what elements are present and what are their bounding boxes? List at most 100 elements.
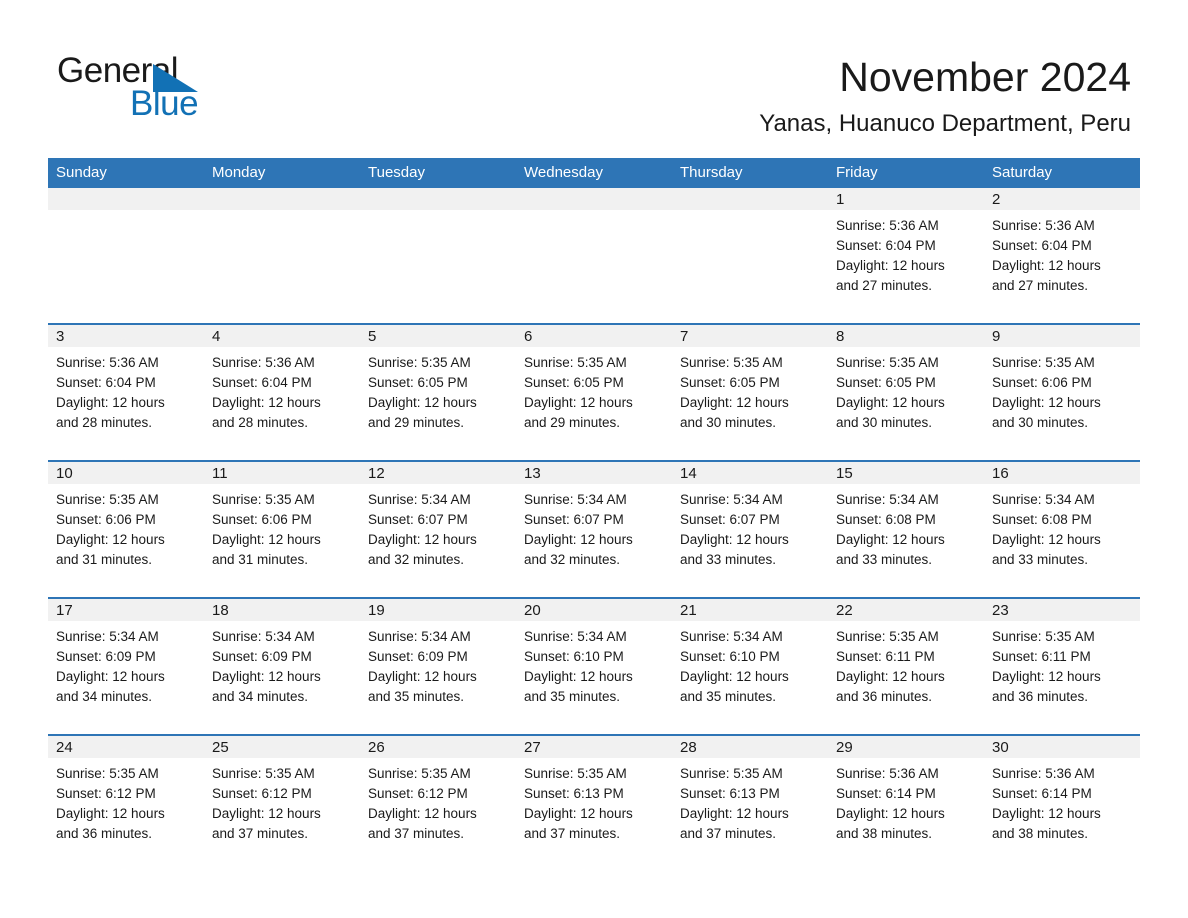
calendar-day-cell[interactable]: 24 Sunrise: 5:35 AM Sunset: 6:12 PM Dayligh… <box>48 735 204 871</box>
calendar-day-cell[interactable]: 9 Sunrise: 5:35 AM Sunset: 6:06 PM Daylight… <box>984 324 1140 462</box>
calendar-day-cell[interactable]: 28 Sunrise: 5:35 AM Sunset: 6:13 PM Dayligh… <box>672 735 828 871</box>
sunrise-text: Sunrise: 5:36 AM <box>212 355 315 370</box>
daylight-text-line2: and 35 minutes. <box>524 689 621 704</box>
day-cell-details: Sunrise: 5:34 AM Sunset: 6:08 PM Daylight:… <box>828 484 984 570</box>
sunset-text: Sunset: 6:07 PM <box>368 512 468 527</box>
day-cell-inner: 23 Sunrise: 5:35 AM Sunset: 6:11 PM Dayligh… <box>984 599 1140 734</box>
day-cell-inner <box>204 188 360 323</box>
day-number <box>48 188 204 210</box>
daylight-text-line1: Daylight: 12 hours <box>992 669 1101 684</box>
calendar-day-cell[interactable]: 3 Sunrise: 5:36 AM Sunset: 6:04 PM Daylight… <box>48 324 204 462</box>
sunset-text: Sunset: 6:13 PM <box>524 786 624 801</box>
day-cell-details: Sunrise: 5:34 AM Sunset: 6:09 PM Daylight:… <box>204 621 360 707</box>
calendar-day-cell[interactable]: 14 Sunrise: 5:34 AM Sunset: 6:07 PM Dayligh… <box>672 461 828 599</box>
day-number <box>516 188 672 210</box>
sunrise-text: Sunrise: 5:35 AM <box>212 766 315 781</box>
day-number: 28 <box>672 736 828 758</box>
daylight-text-line1: Daylight: 12 hours <box>836 395 945 410</box>
sunrise-text: Sunrise: 5:34 AM <box>992 492 1095 507</box>
calendar-day-cell[interactable]: 22 Sunrise: 5:35 AM Sunset: 6:11 PM Dayligh… <box>828 598 984 736</box>
daylight-text-line2: and 33 minutes. <box>836 552 933 567</box>
calendar-day-cell[interactable]: 10 Sunrise: 5:35 AM Sunset: 6:06 PM Dayligh… <box>48 461 204 599</box>
calendar-day-cell[interactable]: 5 Sunrise: 5:35 AM Sunset: 6:05 PM Daylight… <box>360 324 516 462</box>
daylight-text-line1: Daylight: 12 hours <box>836 669 945 684</box>
weekday-header-tuesday: Tuesday <box>360 158 516 188</box>
day-cell-details: Sunrise: 5:36 AM Sunset: 6:04 PM Daylight:… <box>204 347 360 433</box>
day-number: 5 <box>360 325 516 347</box>
daylight-text-line2: and 36 minutes. <box>992 689 1089 704</box>
sunset-text: Sunset: 6:06 PM <box>212 512 312 527</box>
day-number <box>360 188 516 210</box>
sunset-text: Sunset: 6:05 PM <box>680 375 780 390</box>
sunrise-text: Sunrise: 5:34 AM <box>368 492 471 507</box>
day-cell-inner: 11 Sunrise: 5:35 AM Sunset: 6:06 PM Dayligh… <box>204 462 360 597</box>
calendar-day-cell[interactable]: 20 Sunrise: 5:34 AM Sunset: 6:10 PM Dayligh… <box>516 598 672 736</box>
sunset-text: Sunset: 6:09 PM <box>56 649 156 664</box>
daylight-text-line1: Daylight: 12 hours <box>836 806 945 821</box>
calendar-day-cell[interactable]: 17 Sunrise: 5:34 AM Sunset: 6:09 PM Dayligh… <box>48 598 204 736</box>
calendar-day-cell[interactable]: 21 Sunrise: 5:34 AM Sunset: 6:10 PM Dayligh… <box>672 598 828 736</box>
daylight-text-line1: Daylight: 12 hours <box>212 669 321 684</box>
calendar-day-cell[interactable]: 23 Sunrise: 5:35 AM Sunset: 6:11 PM Dayligh… <box>984 598 1140 736</box>
day-cell-inner: 29 Sunrise: 5:36 AM Sunset: 6:14 PM Dayligh… <box>828 736 984 871</box>
day-number: 10 <box>48 462 204 484</box>
calendar-day-cell[interactable]: 26 Sunrise: 5:35 AM Sunset: 6:12 PM Dayligh… <box>360 735 516 871</box>
calendar-day-cell[interactable]: 27 Sunrise: 5:35 AM Sunset: 6:13 PM Dayligh… <box>516 735 672 871</box>
day-cell-details: Sunrise: 5:34 AM Sunset: 6:07 PM Daylight:… <box>672 484 828 570</box>
daylight-text-line2: and 29 minutes. <box>368 415 465 430</box>
calendar-day-cell[interactable]: 12 Sunrise: 5:34 AM Sunset: 6:07 PM Dayligh… <box>360 461 516 599</box>
calendar-day-cell-empty <box>516 188 672 325</box>
sunset-text: Sunset: 6:05 PM <box>524 375 624 390</box>
sunset-text: Sunset: 6:12 PM <box>368 786 468 801</box>
day-cell-inner: 16 Sunrise: 5:34 AM Sunset: 6:08 PM Dayligh… <box>984 462 1140 597</box>
daylight-text-line2: and 27 minutes. <box>836 278 933 293</box>
sunset-text: Sunset: 6:08 PM <box>836 512 936 527</box>
sunset-text: Sunset: 6:12 PM <box>56 786 156 801</box>
day-number: 26 <box>360 736 516 758</box>
weekday-header-wednesday: Wednesday <box>516 158 672 188</box>
general-blue-logo[interactable]: General Blue <box>57 52 317 123</box>
calendar-day-cell[interactable]: 4 Sunrise: 5:36 AM Sunset: 6:04 PM Daylight… <box>204 324 360 462</box>
daylight-text-line1: Daylight: 12 hours <box>680 532 789 547</box>
sunset-text: Sunset: 6:09 PM <box>368 649 468 664</box>
sunrise-text: Sunrise: 5:35 AM <box>836 355 939 370</box>
calendar-day-cell[interactable]: 30 Sunrise: 5:36 AM Sunset: 6:14 PM Dayligh… <box>984 735 1140 871</box>
calendar-day-cell[interactable]: 29 Sunrise: 5:36 AM Sunset: 6:14 PM Dayligh… <box>828 735 984 871</box>
daylight-text-line2: and 37 minutes. <box>368 826 465 841</box>
sunrise-text: Sunrise: 5:35 AM <box>992 355 1095 370</box>
day-number: 27 <box>516 736 672 758</box>
day-cell-inner: 26 Sunrise: 5:35 AM Sunset: 6:12 PM Dayligh… <box>360 736 516 871</box>
calendar-day-cell[interactable]: 11 Sunrise: 5:35 AM Sunset: 6:06 PM Dayligh… <box>204 461 360 599</box>
day-number: 24 <box>48 736 204 758</box>
sunrise-text: Sunrise: 5:35 AM <box>992 629 1095 644</box>
day-cell-inner: 8 Sunrise: 5:35 AM Sunset: 6:05 PM Daylight… <box>828 325 984 460</box>
day-cell-details: Sunrise: 5:35 AM Sunset: 6:05 PM Daylight:… <box>360 347 516 433</box>
day-cell-inner <box>516 188 672 323</box>
calendar-day-cell[interactable]: 7 Sunrise: 5:35 AM Sunset: 6:05 PM Daylight… <box>672 324 828 462</box>
calendar-day-cell[interactable]: 2 Sunrise: 5:36 AM Sunset: 6:04 PM Daylight… <box>984 188 1140 325</box>
day-cell-inner <box>672 188 828 323</box>
daylight-text-line2: and 32 minutes. <box>368 552 465 567</box>
location-subtitle: Yanas, Huanuco Department, Peru <box>759 110 1131 137</box>
daylight-text-line2: and 33 minutes. <box>680 552 777 567</box>
calendar-day-cell[interactable]: 15 Sunrise: 5:34 AM Sunset: 6:08 PM Dayligh… <box>828 461 984 599</box>
day-number: 18 <box>204 599 360 621</box>
day-cell-details: Sunrise: 5:35 AM Sunset: 6:05 PM Daylight:… <box>828 347 984 433</box>
day-cell-inner: 28 Sunrise: 5:35 AM Sunset: 6:13 PM Dayligh… <box>672 736 828 871</box>
calendar-day-cell[interactable]: 13 Sunrise: 5:34 AM Sunset: 6:07 PM Dayligh… <box>516 461 672 599</box>
day-cell-details: Sunrise: 5:35 AM Sunset: 6:13 PM Daylight:… <box>516 758 672 844</box>
calendar-day-cell[interactable]: 1 Sunrise: 5:36 AM Sunset: 6:04 PM Daylight… <box>828 188 984 325</box>
calendar-day-cell[interactable]: 8 Sunrise: 5:35 AM Sunset: 6:05 PM Daylight… <box>828 324 984 462</box>
calendar-day-cell[interactable]: 6 Sunrise: 5:35 AM Sunset: 6:05 PM Daylight… <box>516 324 672 462</box>
daylight-text-line2: and 31 minutes. <box>56 552 153 567</box>
day-cell-details: Sunrise: 5:35 AM Sunset: 6:12 PM Daylight:… <box>360 758 516 844</box>
calendar-day-cell[interactable]: 16 Sunrise: 5:34 AM Sunset: 6:08 PM Dayligh… <box>984 461 1140 599</box>
calendar-day-cell[interactable]: 18 Sunrise: 5:34 AM Sunset: 6:09 PM Dayligh… <box>204 598 360 736</box>
sunset-text: Sunset: 6:11 PM <box>836 649 935 664</box>
calendar-week-row: 1 Sunrise: 5:36 AM Sunset: 6:04 PM Daylight… <box>48 188 1140 325</box>
daylight-text-line2: and 27 minutes. <box>992 278 1089 293</box>
daylight-text-line2: and 36 minutes. <box>836 689 933 704</box>
calendar-day-cell[interactable]: 19 Sunrise: 5:34 AM Sunset: 6:09 PM Dayligh… <box>360 598 516 736</box>
day-cell-details: Sunrise: 5:34 AM Sunset: 6:10 PM Daylight:… <box>516 621 672 707</box>
calendar-day-cell[interactable]: 25 Sunrise: 5:35 AM Sunset: 6:12 PM Dayligh… <box>204 735 360 871</box>
